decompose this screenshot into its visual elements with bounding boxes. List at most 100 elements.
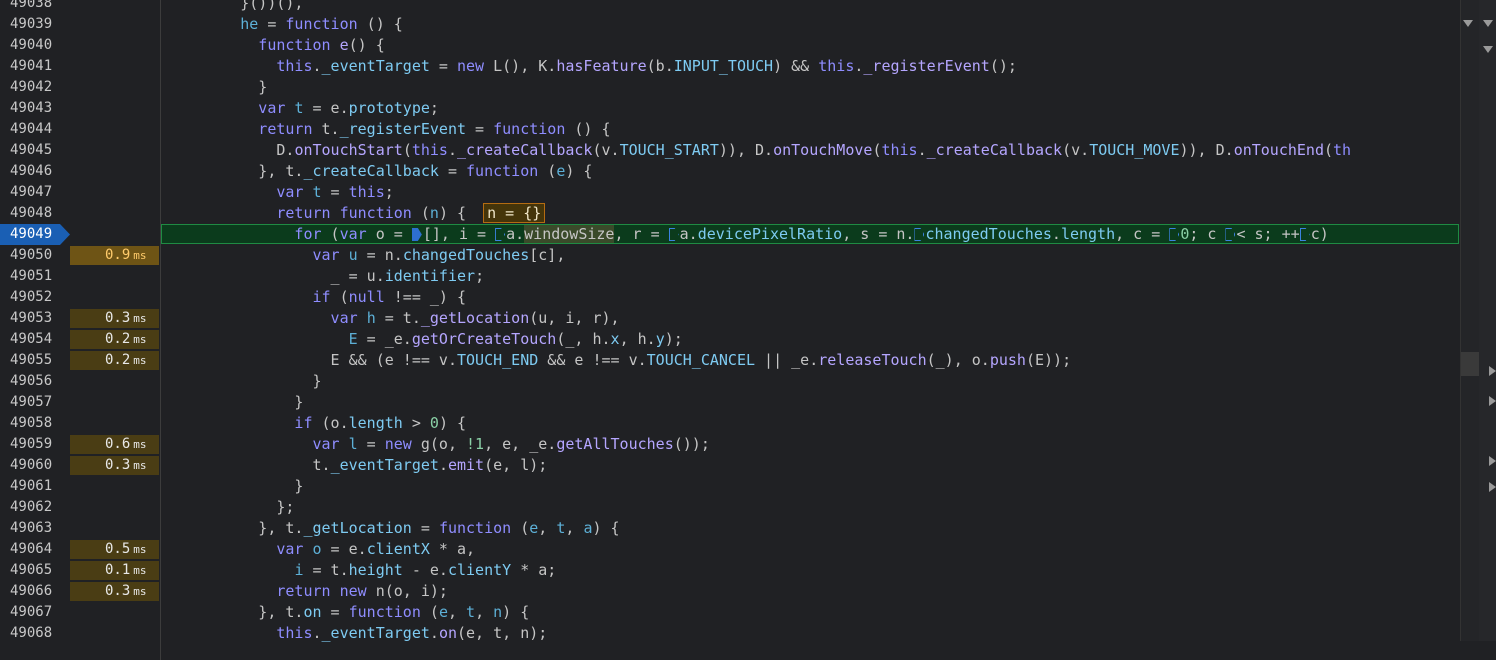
code-line[interactable]: 49038 }())(), (0, 0, 1460, 14)
code-text[interactable]: for (var o = [], i = a.windowSize, r = a… (168, 224, 1329, 245)
code-line[interactable]: 49059 0.6 ms var l = new g(o, !1, e, _e.ge… (0, 434, 1460, 455)
line-number[interactable]: 49046 (0, 161, 64, 182)
code-text[interactable]: var t = e.prototype; (168, 98, 439, 119)
code-text[interactable]: } (168, 392, 303, 413)
line-number[interactable]: 49047 (0, 182, 64, 203)
code-line[interactable]: 49047 var t = this; (0, 182, 1460, 203)
line-number[interactable]: 49065 (0, 560, 64, 581)
inline-breakpoint-icon[interactable] (668, 228, 679, 241)
code-text[interactable]: he = function () { (168, 14, 403, 35)
code-text[interactable]: if (o.length > 0) { (168, 413, 466, 434)
code-line[interactable]: 49039 he = function () { (0, 14, 1460, 35)
code-text[interactable]: E && (e !== v.TOUCH_END && e !== v.TOUCH… (168, 350, 1072, 371)
line-number[interactable]: 49045 (0, 140, 64, 161)
line-number[interactable]: 49051 (0, 266, 64, 287)
code-line[interactable]: 49052 if (null !== _) { (0, 287, 1460, 308)
code-line[interactable]: 49053 0.3 ms var h = t._getLocation(u, i, … (0, 308, 1460, 329)
code-line[interactable]: 49066 0.3 ms return new n(o, i); (0, 581, 1460, 602)
code-text[interactable]: var o = e.clientX * a, (168, 539, 475, 560)
line-number[interactable]: 49038 (0, 0, 64, 14)
code-line[interactable]: 49064 0.5 ms var o = e.clientX * a, (0, 539, 1460, 560)
code-text[interactable]: E = _e.getOrCreateTouch(_, h.x, h.y); (168, 329, 683, 350)
line-number[interactable]: 49039 (0, 14, 64, 35)
code-text[interactable]: }, t._getLocation = function (e, t, a) { (168, 518, 619, 539)
chevron-right-icon[interactable] (1489, 366, 1496, 376)
line-number[interactable]: 49044 (0, 119, 64, 140)
code-line[interactable]: 49057 } (0, 392, 1460, 413)
code-line[interactable]: 49043 var t = e.prototype; (0, 98, 1460, 119)
code-line[interactable]: 49062 }; (0, 497, 1460, 518)
code-line[interactable]: 49067 }, t.on = function (e, t, n) { (0, 602, 1460, 623)
line-number[interactable]: 49050 (0, 245, 64, 266)
code-text[interactable]: }; (168, 497, 294, 518)
scrollbar-thumb[interactable] (1461, 352, 1479, 376)
inline-breakpoint-icon[interactable] (914, 228, 925, 241)
code-line[interactable]: 49048 return function (n) { n = {} (0, 203, 1460, 224)
code-text[interactable]: return function (n) { n = {} (168, 203, 546, 224)
code-text[interactable]: var l = new g(o, !1, e, _e.getAllTouches… (168, 434, 709, 455)
code-text[interactable]: } (168, 371, 321, 392)
line-number[interactable]: 49055 (0, 350, 64, 371)
code-line[interactable]: 49058 if (o.length > 0) { (0, 413, 1460, 434)
code-text[interactable]: var u = n.changedTouches[c], (168, 245, 565, 266)
code-line[interactable]: 49056 } (0, 371, 1460, 392)
code-text[interactable]: } (168, 77, 267, 98)
code-text[interactable]: return t._registerEvent = function () { (168, 119, 610, 140)
line-number[interactable]: 49062 (0, 497, 64, 518)
line-number[interactable]: 49043 (0, 98, 64, 119)
line-number[interactable]: 49059 (0, 434, 64, 455)
inline-breakpoint-icon[interactable] (1225, 228, 1236, 241)
line-number[interactable]: 49042 (0, 77, 64, 98)
line-number[interactable]: 49057 (0, 392, 64, 413)
line-number[interactable]: 49058 (0, 413, 64, 434)
code-text[interactable]: function e() { (168, 35, 384, 56)
line-number[interactable]: 49040 (0, 35, 64, 56)
chevron-right-icon[interactable] (1489, 482, 1496, 492)
code-line[interactable]: 49040 function e() { (0, 35, 1460, 56)
code-text[interactable]: }())(), (168, 0, 303, 14)
code-line[interactable]: 49046 }, t._createCallback = function (e… (0, 161, 1460, 182)
code-line[interactable]: 49042 } (0, 77, 1460, 98)
chevron-right-icon[interactable] (1489, 456, 1496, 466)
code-text[interactable]: var t = this; (168, 182, 393, 203)
inline-breakpoint-icon[interactable] (1299, 228, 1310, 241)
chevron-down-icon[interactable] (1463, 20, 1473, 27)
line-number[interactable]: 49054 (0, 329, 64, 350)
vertical-scrollbar[interactable] (1461, 0, 1479, 641)
chevron-down-icon[interactable] (1483, 46, 1493, 53)
code-line[interactable]: 49051 _ = u.identifier; (0, 266, 1460, 287)
line-number[interactable]: 49049 (0, 224, 70, 245)
line-number[interactable]: 49052 (0, 287, 64, 308)
code-text[interactable]: _ = u.identifier; (168, 266, 485, 287)
line-number[interactable]: 49056 (0, 371, 64, 392)
code-line[interactable]: 49065 0.1 ms i = t.height - e.clientY * a; (0, 560, 1460, 581)
code-text[interactable]: i = t.height - e.clientY * a; (168, 560, 556, 581)
code-line[interactable]: 49061 } (0, 476, 1460, 497)
chevron-down-icon[interactable] (1483, 20, 1493, 27)
code-line[interactable]: 49050 0.9 ms var u = n.changedTouches[c], (0, 245, 1460, 266)
line-number[interactable]: 49048 (0, 203, 64, 224)
line-number[interactable]: 49053 (0, 308, 64, 329)
line-number[interactable]: 49063 (0, 518, 64, 539)
inline-breakpoint-icon[interactable] (411, 228, 422, 241)
code-text[interactable]: var h = t._getLocation(u, i, r), (168, 308, 620, 329)
code-editor[interactable]: 49038 }())(), 49039 he = function () {490… (0, 0, 1460, 653)
line-number[interactable]: 49067 (0, 602, 64, 623)
code-text[interactable]: if (null !== _) { (168, 287, 466, 308)
line-number[interactable]: 49066 (0, 581, 64, 602)
code-text[interactable]: t._eventTarget.emit(e, l); (168, 455, 547, 476)
code-text[interactable]: this._eventTarget = new L(), K.hasFeatur… (168, 56, 1017, 77)
code-text[interactable]: return new n(o, i); (168, 581, 448, 602)
inline-breakpoint-icon[interactable] (1169, 228, 1180, 241)
code-line[interactable]: 49044 return t._registerEvent = function… (0, 119, 1460, 140)
line-number[interactable]: 49041 (0, 56, 64, 77)
inline-breakpoint-icon[interactable] (495, 228, 506, 241)
code-text[interactable]: D.onTouchStart(this._createCallback(v.TO… (168, 140, 1351, 161)
line-number[interactable]: 49060 (0, 455, 64, 476)
code-line[interactable]: 49045 D.onTouchStart(this._createCallbac… (0, 140, 1460, 161)
code-line[interactable]: 49060 0.3 ms t._eventTarget.emit(e, l); (0, 455, 1460, 476)
code-text[interactable]: }, t.on = function (e, t, n) { (168, 602, 529, 623)
code-line[interactable]: 49063 }, t._getLocation = function (e, t… (0, 518, 1460, 539)
line-number[interactable]: 49061 (0, 476, 64, 497)
line-number[interactable]: 49064 (0, 539, 64, 560)
